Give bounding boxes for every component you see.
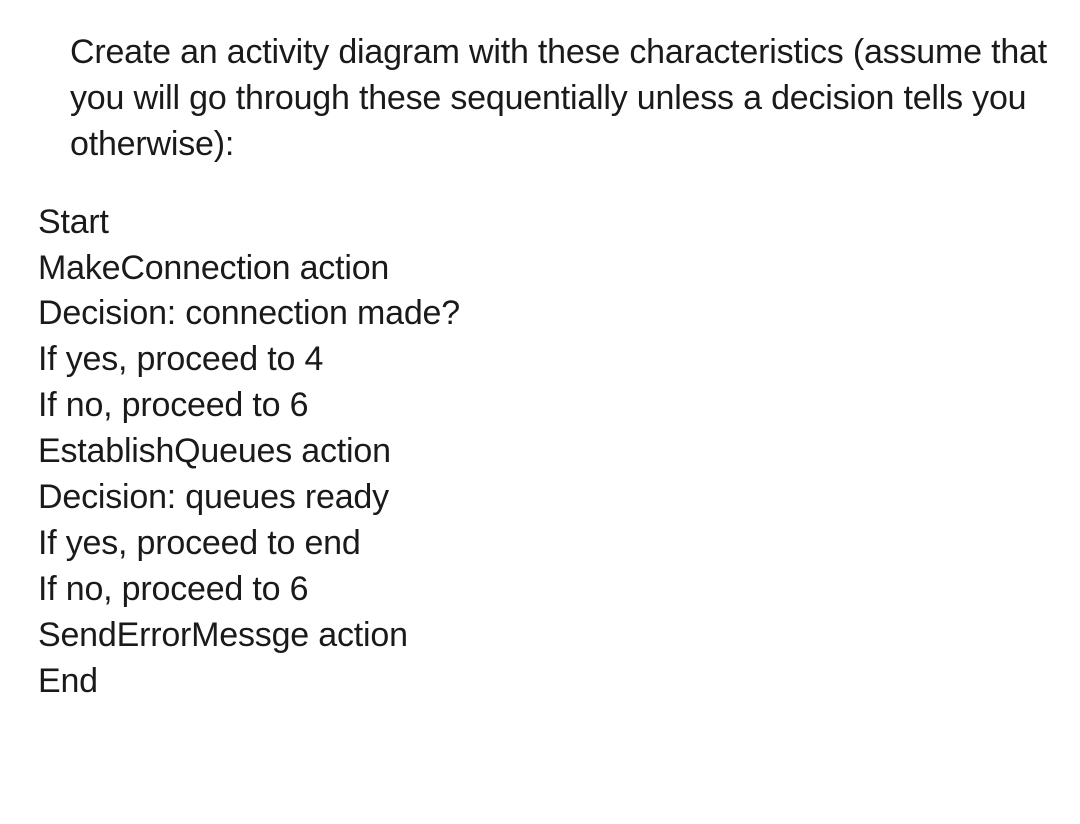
step-line: Start (38, 200, 1050, 246)
step-line: If yes, proceed to 4 (38, 337, 1050, 383)
step-line: SendErrorMessge action (38, 613, 1050, 659)
step-line: If yes, proceed to end (38, 521, 1050, 567)
step-line: If no, proceed to 6 (38, 383, 1050, 429)
step-line: If no, proceed to 6 (38, 567, 1050, 613)
step-line: End (38, 659, 1050, 705)
step-line: MakeConnection action (38, 246, 1050, 292)
step-line: Decision: connection made? (38, 291, 1050, 337)
step-line: Decision: queues ready (38, 475, 1050, 521)
intro-paragraph: Create an activity diagram with these ch… (70, 30, 1050, 168)
steps-list: Start MakeConnection action Decision: co… (38, 200, 1050, 705)
step-line: EstablishQueues action (38, 429, 1050, 475)
